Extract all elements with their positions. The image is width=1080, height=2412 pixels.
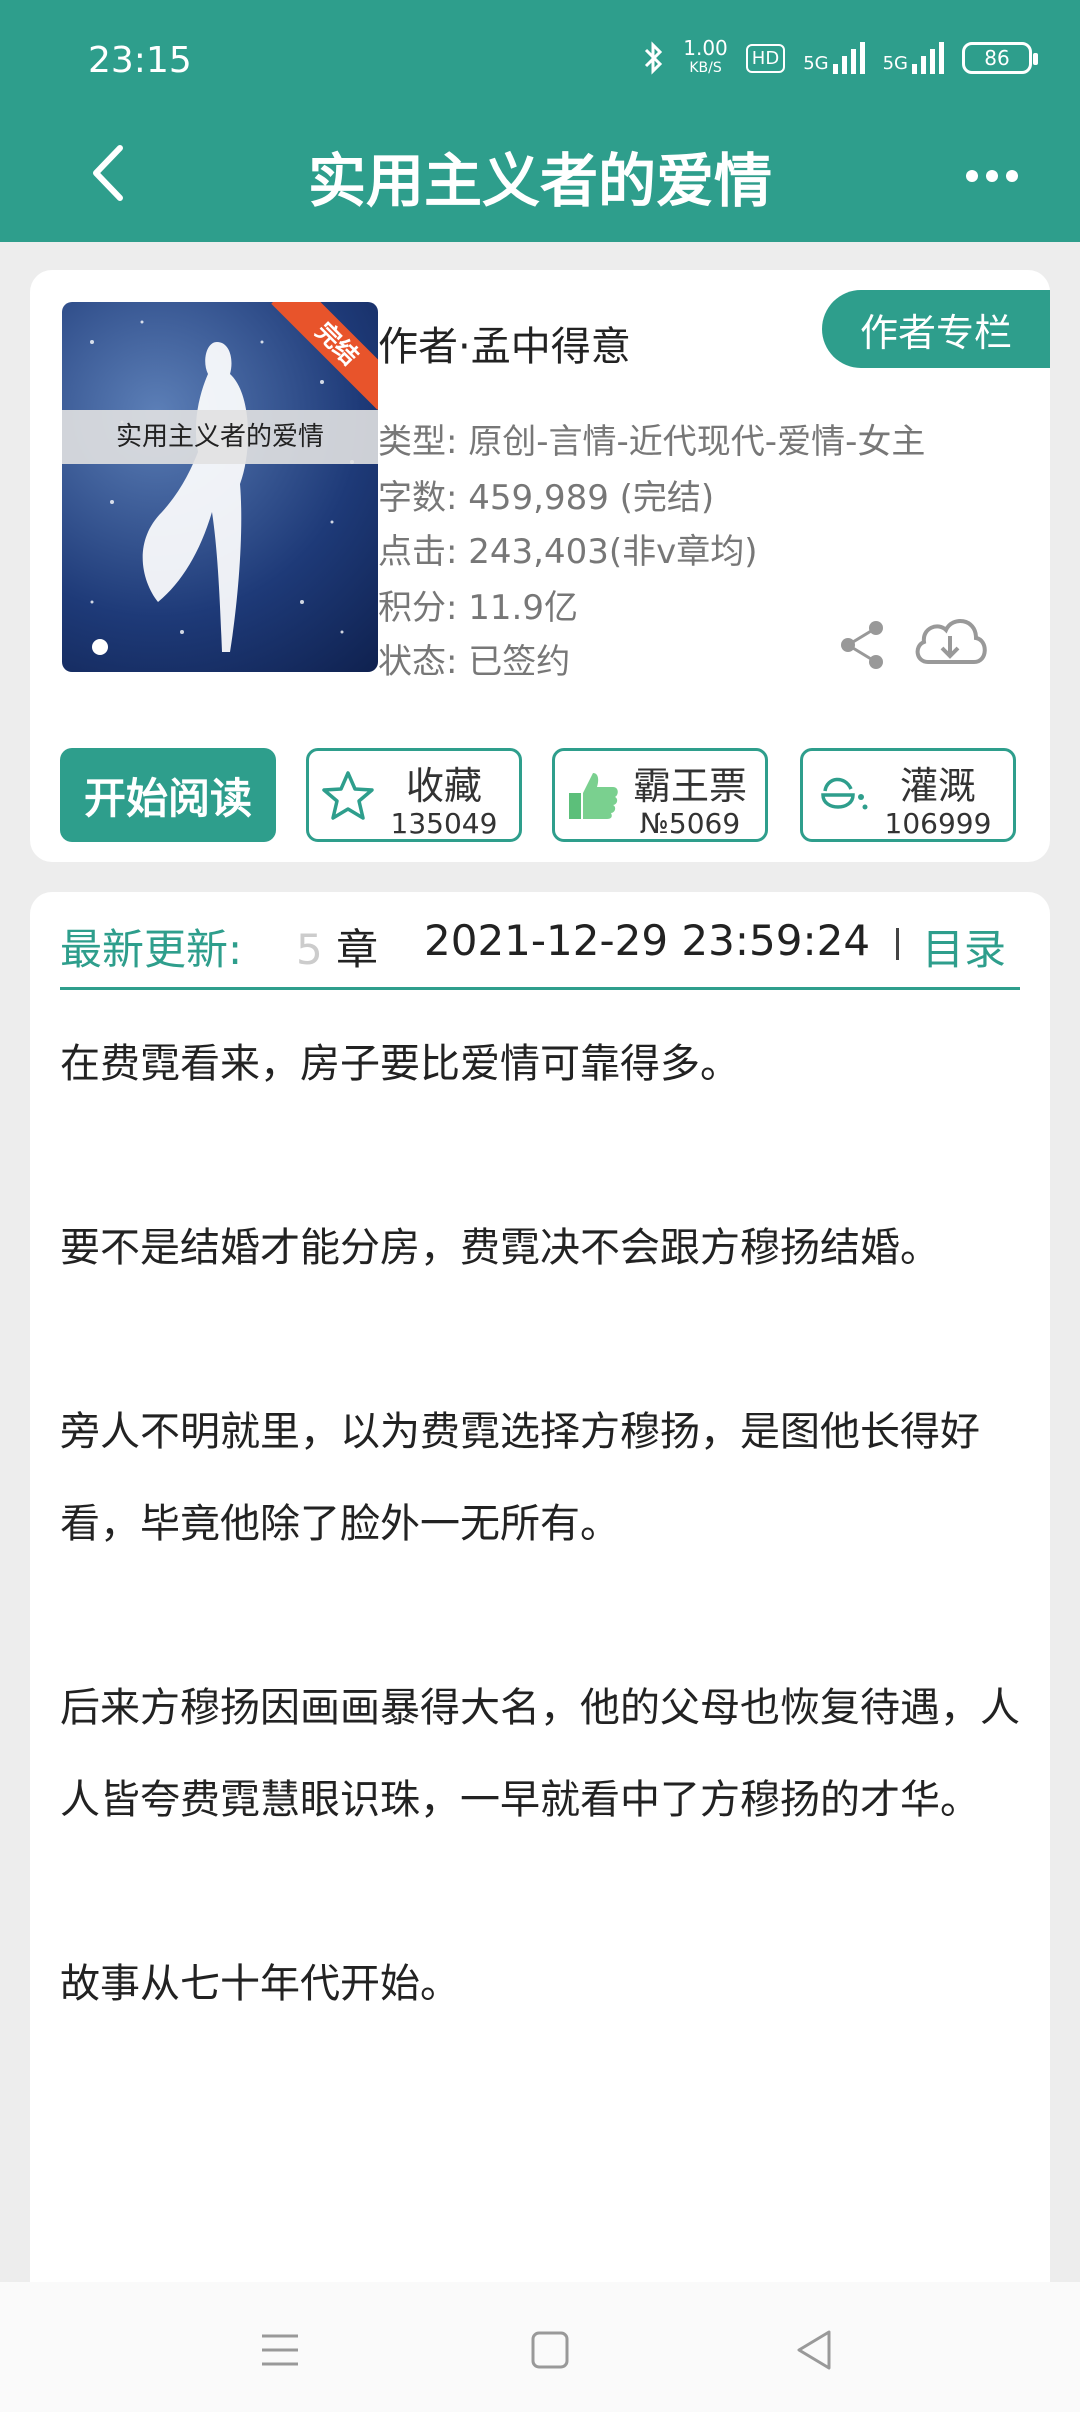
star-icon (322, 771, 374, 820)
latest-update-row[interactable]: 最新更新: 5 章 2021-12-29 23:59:24 目录 (60, 916, 1020, 990)
divider (896, 928, 899, 960)
status-bar: 23:15 1.00 KB/S HD 5G 5G 86 (0, 0, 1080, 120)
nav-bar: 实用主义者的爱情 (0, 120, 1080, 242)
thumbs-up-icon (569, 773, 618, 819)
signal-bars-icon (912, 42, 944, 74)
start-reading-button[interactable]: 开始阅读 (60, 748, 276, 842)
more-button[interactable] (952, 146, 1032, 206)
book-info-card: 实用主义者的爱情 完结 作者·孟中得意 作者专栏 类型: 原创-言情-近代现代-… (30, 270, 1050, 862)
synopsis-card: 最新更新: 5 章 2021-12-29 23:59:24 目录 在费霓看来，房… (30, 892, 1050, 2282)
more-dot-icon (966, 170, 978, 182)
battery-icon: 86 (962, 42, 1038, 74)
collect-count: 135049 (390, 807, 498, 840)
author-column-button[interactable]: 作者专栏 (822, 290, 1050, 368)
menu-icon[interactable] (250, 2320, 310, 2380)
latest-update-time: 2021-12-29 23:59:24 (424, 916, 871, 965)
cover-title: 实用主义者的爱情 (62, 410, 378, 464)
book-cover[interactable]: 实用主义者的爱情 完结 (62, 302, 378, 672)
ticket-label: 霸王票 (632, 764, 747, 808)
table-of-contents-link[interactable]: 目录 (922, 916, 1006, 977)
book-genre: 类型: 原创-言情-近代现代-爱情-女主 (378, 422, 926, 462)
status-icons: 1.00 KB/S HD 5G 5G 86 (643, 36, 1038, 78)
synopsis-text: 在费霓看来，房子要比爱情可靠得多。 要不是结婚才能分房，费霓决不会跟方穆扬结婚。… (60, 1018, 1026, 2030)
book-score: 积分: 11.9亿 (378, 588, 578, 628)
water-label: 灌溉 (899, 764, 976, 808)
more-dot-icon (986, 170, 998, 182)
book-status: 状态: 已签约 (378, 642, 571, 682)
share-icon[interactable] (836, 618, 890, 672)
more-dot-icon (1006, 170, 1018, 182)
synopsis-paragraph: 在费霓看来，房子要比爱情可靠得多。 (60, 1041, 740, 1087)
water-button[interactable]: 灌溉 106999 (800, 748, 1016, 842)
latest-update-label: 最新更新: (60, 925, 243, 974)
app-header: 23:15 1.00 KB/S HD 5G 5G 86 实用主义者的爱情 (0, 0, 1080, 242)
book-word-count: 字数: 459,989 (完结) (378, 478, 715, 518)
cloud-download-icon[interactable] (910, 610, 990, 676)
net-speed: 1.00 KB/S (683, 36, 728, 76)
collect-label: 收藏 (405, 764, 482, 808)
status-time: 23:15 (88, 40, 192, 81)
signal-bars-icon (832, 42, 865, 74)
synopsis-paragraph: 旁人不明就里，以为费霓选择方穆扬，是图他长得好看，毕竟他除了脸外一无所有。 (60, 1409, 980, 1547)
signal-1: 5G (803, 42, 865, 74)
ticket-button[interactable]: 霸王票 №5069 (552, 748, 768, 842)
system-nav-bar (0, 2282, 1080, 2412)
ticket-count: №5069 (639, 807, 741, 840)
synopsis-paragraph: 故事从七十年代开始。 (60, 1961, 460, 2007)
collect-button[interactable]: 收藏 135049 (306, 748, 522, 842)
water-count: 106999 (884, 807, 992, 840)
bluetooth-icon (645, 41, 663, 75)
hd-badge: HD (745, 43, 786, 73)
watering-icon (821, 777, 868, 810)
author-name[interactable]: 作者·孟中得意 (378, 314, 631, 372)
book-clicks: 点击: 243,403(非v章均) (378, 532, 758, 572)
synopsis-paragraph: 要不是结婚才能分房，费霓决不会跟方穆扬结婚。 (60, 1225, 940, 1271)
synopsis-paragraph: 后来方穆扬因画画暴得大名，他的父母也恢复待遇，人人皆夸费霓慧眼识珠，一早就看中了… (60, 1685, 1020, 1823)
back-triangle-icon[interactable] (785, 2320, 845, 2380)
latest-chapter: 5 章 (296, 925, 379, 974)
signal-2: 5G (883, 42, 944, 74)
page-title: 实用主义者的爱情 (307, 147, 772, 215)
home-icon[interactable] (520, 2320, 580, 2380)
